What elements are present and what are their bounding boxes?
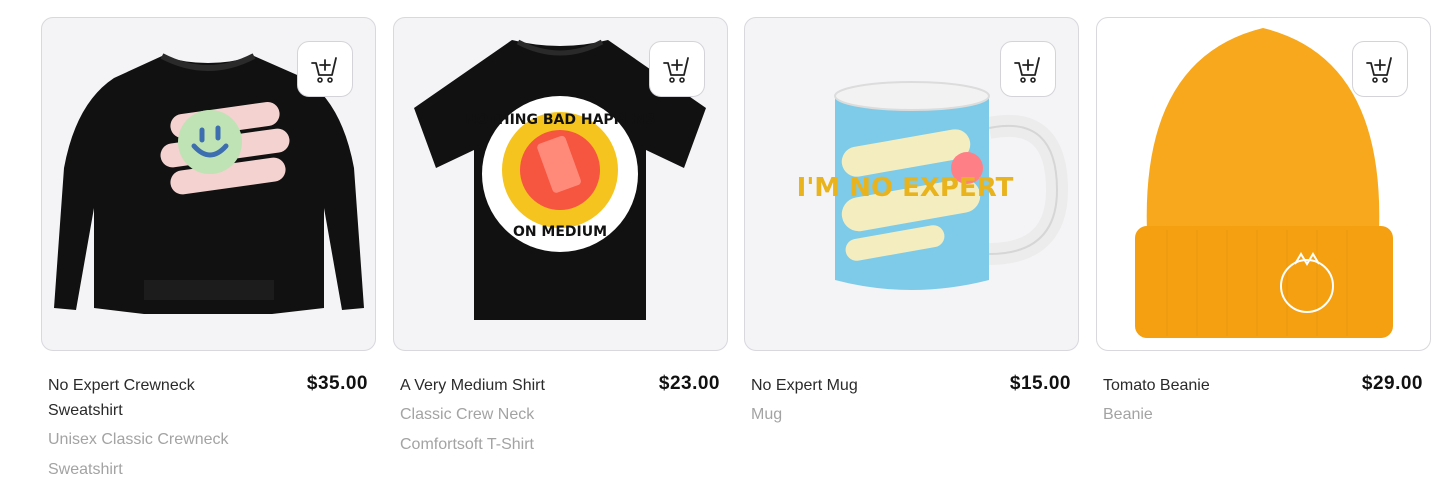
add-to-cart-button[interactable] [1000,41,1056,97]
add-to-cart-icon [311,57,337,83]
product-grid: $35.00 No Expert Crewneck Sweatshirt Uni… [0,0,1456,495]
product-subtitle: Classic Crew Neck Comfortsoft T-Shirt [400,406,535,453]
product-name[interactable]: No Expert Mug [751,373,951,398]
product-info: $15.00 No Expert Mug Mug [744,351,1079,430]
add-to-cart-icon [1014,57,1040,83]
mug-graphic-text: I'M NO EXPERT [797,173,1014,203]
add-to-cart-icon [1366,57,1392,83]
product-card[interactable]: $35.00 No Expert Crewneck Sweatshirt Uni… [41,17,376,485]
product-name[interactable]: Tomato Beanie [1103,373,1303,398]
product-image-box[interactable] [1096,17,1431,351]
product-image-box[interactable]: NOTHING BAD HAPPENS ON MEDIUM [393,17,728,351]
product-info: $23.00 A Very Medium Shirt Classic Crew … [393,351,728,460]
product-price: $23.00 [658,373,720,394]
product-info: $35.00 No Expert Crewneck Sweatshirt Uni… [41,351,376,485]
product-card[interactable]: NOTHING BAD HAPPENS ON MEDIUM $23.00 A V… [393,17,728,460]
add-to-cart-button[interactable] [649,41,705,97]
tshirt-graphic-text-top: NOTHING BAD HAPPENS [465,112,656,128]
add-to-cart-button[interactable] [1352,41,1408,97]
add-to-cart-button[interactable] [297,41,353,97]
product-subtitle: Beanie [1103,406,1153,423]
add-to-cart-icon [663,57,689,83]
product-card[interactable]: I'M NO EXPERT $15.00 No Expert Mug Mug [744,17,1079,430]
product-price: $15.00 [1009,373,1071,394]
product-card[interactable]: $29.00 Tomato Beanie Beanie [1096,17,1431,430]
product-subtitle: Unisex Classic Crewneck Sweatshirt [48,431,229,478]
product-price: $29.00 [1361,373,1423,394]
tshirt-graphic-text-bottom: ON MEDIUM [513,224,607,240]
product-image-box[interactable]: I'M NO EXPERT [744,17,1079,351]
product-image-box[interactable] [41,17,376,351]
product-name[interactable]: A Very Medium Shirt [400,373,600,398]
product-price: $35.00 [306,373,368,394]
product-name[interactable]: No Expert Crewneck Sweatshirt [48,373,248,423]
product-subtitle: Mug [751,406,783,423]
product-info: $29.00 Tomato Beanie Beanie [1096,351,1431,430]
